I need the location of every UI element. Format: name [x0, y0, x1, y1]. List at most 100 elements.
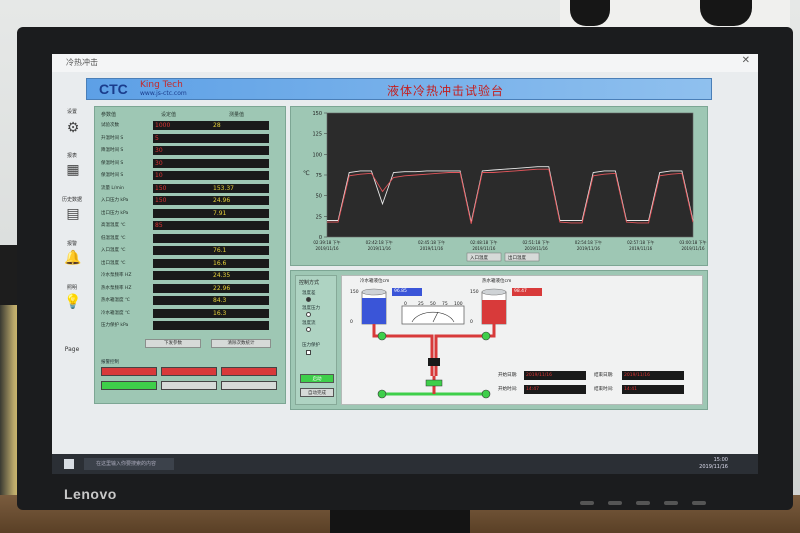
parameter-label: 降温时间 S	[101, 148, 124, 153]
legend-label: 入口温度	[470, 254, 488, 261]
logo: CTC	[99, 81, 128, 97]
parameter-row: 压力保护 kPa	[101, 321, 283, 330]
end-time-field[interactable]: 14:41	[622, 385, 684, 394]
taskbar-search[interactable]: 在这里输入你要搜索的内容	[84, 458, 174, 470]
measured-value: 24.35	[211, 271, 269, 280]
y-tick-label: 50	[316, 194, 322, 200]
parameter-label: 冷水泵频率 HZ	[101, 273, 132, 278]
temperature-chart-panel: 0 25 50 75 100 125 150 ℃ 02:39:18 下午 2019/11/16 02…	[290, 106, 708, 266]
measured-value	[211, 221, 269, 230]
auto-complete-button[interactable]: 自动完成	[300, 388, 334, 397]
temperature-chart: 0255075100125150℃02:39:18 下午2019/11/1602…	[303, 111, 707, 262]
bell-icon[interactable]: 🔔	[64, 250, 82, 266]
sidebar-item-alarm[interactable]: 报警	[58, 240, 86, 247]
gauge-tick: 50	[430, 302, 436, 307]
x-tick-label: 02:48:18 下午	[470, 239, 497, 245]
x-tick-date: 2019/11/16	[525, 246, 549, 251]
set-value-field[interactable]	[153, 271, 211, 280]
parameter-row: 升温时间 S 5	[101, 133, 283, 143]
hot-tank-label: 热水箱液位cm	[482, 279, 512, 284]
parameter-row: 热水箱温度 ℃ 84.3	[101, 296, 283, 305]
windows-start-icon[interactable]	[64, 459, 74, 469]
x-tick-date: 2019/11/16	[368, 246, 392, 251]
parameter-label: 试验次数	[101, 123, 119, 128]
measured-value: 16.3	[211, 308, 269, 318]
measured-value	[211, 233, 269, 243]
alarm-indicator	[101, 367, 157, 376]
start-time-label: 开始时间:	[498, 387, 518, 392]
history-icon[interactable]: ▤	[64, 206, 82, 222]
control-option-radio[interactable]	[306, 297, 311, 302]
gauge-tick: 0	[404, 302, 407, 307]
x-tick-label: 02:42:18 下午	[366, 239, 393, 245]
plot-area	[326, 112, 694, 238]
system-diagram: 冷水箱液位cm 热水箱液位cm 96.85 98.47 150 0 150 0 …	[341, 275, 703, 405]
measured-value: 84.3	[211, 296, 269, 305]
download-params-button[interactable]: 下发参数	[145, 339, 201, 348]
measured-value: 7.91	[211, 208, 269, 218]
parameter-row: 冷水箱温度 ℃ 16.3	[101, 308, 283, 318]
sidebar-item-report[interactable]: 报表	[58, 152, 86, 159]
sidebar-item-lighting[interactable]: 照明	[58, 284, 86, 291]
control-option-label: 温度差	[302, 291, 316, 296]
set-value-field[interactable]: 150	[153, 196, 211, 205]
set-value-field[interactable]: 150	[153, 183, 211, 193]
alarm-indicator	[101, 381, 157, 390]
measured-value	[211, 146, 269, 155]
set-value-field[interactable]: 85	[153, 221, 211, 230]
page-selector[interactable]: Page	[58, 346, 86, 353]
sidebar-item-history[interactable]: 历史数据	[58, 196, 86, 203]
set-value-field[interactable]: 1000	[153, 121, 211, 130]
set-value-field[interactable]: 5	[153, 133, 211, 143]
y-tick-label: 75	[316, 173, 322, 179]
set-value-field[interactable]	[153, 321, 211, 330]
x-tick-date: 2019/11/16	[315, 246, 339, 251]
parameter-label: 保温时间 S	[101, 160, 124, 166]
set-value-field[interactable]: 30	[153, 158, 211, 168]
cold-tank-label: 冷水箱液位cm	[360, 279, 390, 284]
close-icon[interactable]: ✕	[742, 55, 750, 66]
bulb-icon[interactable]: 💡	[64, 294, 82, 310]
end-date-field[interactable]: 2019/11/16	[622, 371, 684, 380]
x-tick-label: 02:45:18 下午	[418, 239, 445, 245]
y-tick-label: 150	[312, 111, 322, 117]
parameter-label: 升温时间 S	[101, 135, 124, 141]
set-value-field[interactable]	[153, 308, 211, 318]
x-tick-label: 02:39:18 下午	[313, 239, 340, 245]
control-option-radio[interactable]	[306, 327, 311, 332]
alarm-indicator	[161, 367, 217, 376]
set-value-field[interactable]	[153, 283, 211, 293]
report-icon[interactable]: ▦	[64, 162, 82, 178]
start-button[interactable]: 启动	[300, 374, 334, 383]
parameter-row: 保温时间 S 30	[101, 158, 283, 168]
control-option-radio[interactable]	[306, 312, 311, 317]
gear-icon[interactable]: ⚙	[64, 120, 82, 136]
set-value-field[interactable]: 10	[153, 171, 211, 180]
set-value-field[interactable]	[153, 246, 211, 255]
measured-value: 22.96	[211, 283, 269, 293]
pressure-protect-checkbox[interactable]	[306, 350, 311, 355]
end-time-label: 结束时间:	[594, 387, 614, 392]
alarm-indicator	[221, 381, 277, 390]
y-axis-label: ℃	[303, 170, 310, 177]
logo-subtitle: King Tech	[140, 80, 183, 90]
alarm-indicator	[161, 381, 217, 390]
legend-label: 出口温度	[508, 254, 526, 261]
measured-value: 153.37	[211, 183, 269, 193]
x-tick-date: 2019/11/16	[472, 246, 496, 251]
start-date-field[interactable]: 2019/11/16	[524, 371, 586, 380]
sidebar-item-settings[interactable]: 设置	[58, 108, 86, 115]
set-value-field[interactable]	[153, 296, 211, 305]
control-option-label: 温度压力	[302, 306, 320, 311]
parameter-label: 入口温度 ℃	[101, 248, 126, 253]
set-value-field[interactable]	[153, 208, 211, 218]
start-time-field[interactable]: 14:47	[524, 385, 586, 394]
set-value-field[interactable]: 30	[153, 146, 211, 155]
clear-count-button[interactable]: 清除次数统计	[211, 339, 271, 348]
power-plug	[570, 0, 610, 26]
set-value-field[interactable]	[153, 233, 211, 243]
monitor-buttons[interactable]	[580, 490, 740, 505]
control-panel: 控制方式 温度差 温度压力 温度流 压力保护 启动 自动完成 冷水箱液位cm 热…	[290, 270, 708, 410]
set-value-field[interactable]	[153, 258, 211, 268]
hot-scale-150: 150	[470, 290, 479, 295]
